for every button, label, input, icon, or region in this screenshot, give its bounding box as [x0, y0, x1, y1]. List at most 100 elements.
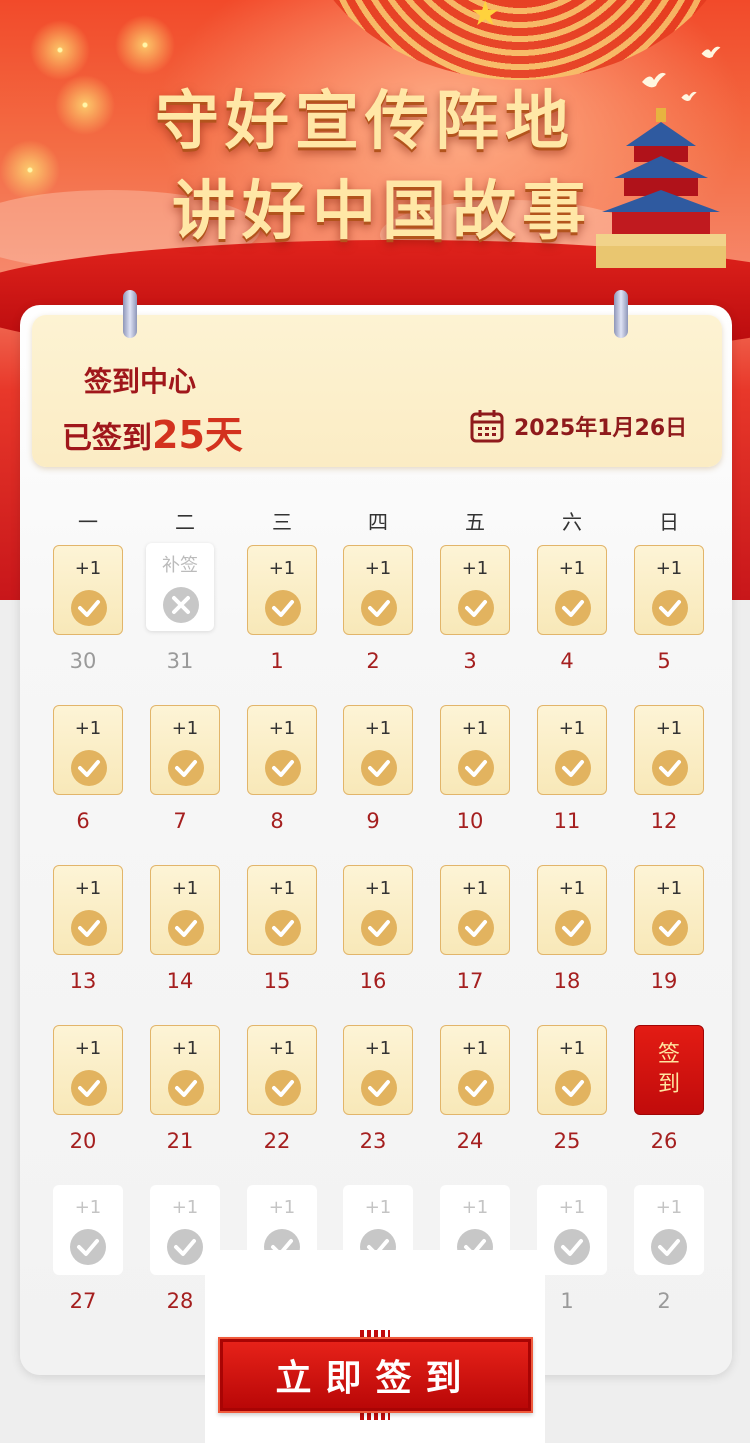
- sign-now-button[interactable]: 立即签到: [218, 1337, 533, 1413]
- day-cell-signed: +1: [440, 1025, 510, 1115]
- day-number: 18: [553, 969, 581, 993]
- points-label: +1: [171, 878, 199, 899]
- check-circle-icon: [555, 590, 591, 626]
- day-number: 22: [263, 1129, 291, 1153]
- points-label: +1: [655, 1197, 683, 1218]
- points-label: +1: [74, 878, 102, 899]
- banner-title-line2: 讲好中国故事: [172, 174, 592, 249]
- signed-days-label: 已签到: [62, 421, 152, 456]
- check-circle-icon: [555, 910, 591, 946]
- points-label: +1: [461, 1197, 489, 1218]
- check-circle-icon: [458, 910, 494, 946]
- check-circle-icon: [168, 1070, 204, 1106]
- points-label: +1: [364, 1038, 392, 1059]
- day-number: 21: [166, 1129, 194, 1153]
- day-cell-signed: +1: [247, 1025, 317, 1115]
- check-circle-icon: [652, 750, 688, 786]
- today-checkin-button[interactable]: 签到: [634, 1025, 704, 1115]
- points-label: +1: [461, 718, 489, 739]
- points-label: +1: [74, 1197, 102, 1218]
- check-circle-icon: [168, 910, 204, 946]
- date-text: 2025年1月26日: [514, 416, 688, 441]
- check-circle-icon: [458, 750, 494, 786]
- day-number: 15: [263, 969, 291, 993]
- day-number: 9: [366, 809, 380, 833]
- weekday-label: 一: [78, 510, 98, 534]
- points-label: +1: [364, 558, 392, 579]
- day-number: 4: [560, 649, 574, 673]
- dove-icon: [701, 46, 721, 58]
- day-number: 23: [359, 1129, 387, 1153]
- check-circle-icon: [265, 750, 301, 786]
- points-label: +1: [268, 718, 296, 739]
- day-number: 8: [270, 809, 284, 833]
- points-label: +1: [171, 718, 199, 739]
- day-number: 14: [166, 969, 194, 993]
- check-circle-icon: [361, 750, 397, 786]
- check-circle-icon: [652, 590, 688, 626]
- weekday-label: 二: [175, 510, 195, 534]
- check-circle-icon: [70, 1229, 106, 1265]
- day-cell-signed: +1: [247, 705, 317, 795]
- points-label: +1: [461, 558, 489, 579]
- day-cell-signed: +1: [150, 1025, 220, 1115]
- points-label: +1: [171, 1038, 199, 1059]
- points-label: +1: [461, 878, 489, 899]
- points-label: +1: [364, 718, 392, 739]
- banner-title-line1: 守好宣传阵地: [155, 84, 575, 159]
- signed-days-count: 25天: [152, 413, 243, 457]
- check-circle-icon: [361, 910, 397, 946]
- day-cell-signed: +1: [634, 705, 704, 795]
- day-number: 3: [463, 649, 477, 673]
- check-circle-icon: [71, 750, 107, 786]
- day-number: 27: [69, 1289, 97, 1313]
- check-circle-icon: [652, 910, 688, 946]
- check-circle-icon: [555, 1070, 591, 1106]
- check-circle-icon: [458, 1070, 494, 1106]
- day-cell-signed: +1: [53, 1025, 123, 1115]
- day-number: 7: [173, 809, 187, 833]
- day-cell-future: +1: [537, 1185, 607, 1275]
- day-cell-signed: +1: [150, 705, 220, 795]
- day-number: 11: [553, 809, 581, 833]
- day-cell-signed: +1: [53, 865, 123, 955]
- day-number: 17: [456, 969, 484, 993]
- day-cell-signed: +1: [537, 705, 607, 795]
- points-label: +1: [558, 1197, 586, 1218]
- points-label: +1: [268, 1197, 296, 1218]
- day-cell-signed: +1: [343, 1025, 413, 1115]
- points-label: +1: [558, 1038, 586, 1059]
- day-cell-signed: +1: [440, 545, 510, 635]
- check-circle-icon: [555, 750, 591, 786]
- weekday-label: 三: [272, 510, 292, 534]
- great-hall-ceiling-decoration: [300, 0, 740, 80]
- day-number: 24: [456, 1129, 484, 1153]
- day-cell-signed: +1: [343, 545, 413, 635]
- makeup-checkin-button[interactable]: 补签: [146, 543, 214, 631]
- star-icon: ★: [470, 0, 501, 34]
- points-label: +1: [268, 558, 296, 579]
- day-cell-signed: +1: [247, 865, 317, 955]
- check-circle-icon: [361, 1070, 397, 1106]
- day-number: 10: [456, 809, 484, 833]
- day-number: 6: [76, 809, 90, 833]
- check-circle-icon: [265, 1070, 301, 1106]
- points-label: +1: [74, 558, 102, 579]
- check-circle-icon: [458, 590, 494, 626]
- check-circle-icon: [71, 1070, 107, 1106]
- weekday-label: 六: [562, 510, 582, 534]
- day-cell-signed: +1: [537, 1025, 607, 1115]
- day-number: 20: [69, 1129, 97, 1153]
- weekday-label: 四: [368, 510, 388, 534]
- check-circle-icon: [361, 590, 397, 626]
- check-circle-icon: [265, 910, 301, 946]
- day-number: 2: [657, 1289, 671, 1313]
- day-number: 30: [69, 649, 97, 673]
- day-cell-signed: +1: [440, 865, 510, 955]
- points-label: +1: [558, 558, 586, 579]
- weekday-label: 五: [465, 510, 485, 534]
- day-cell-future: +1: [634, 1185, 704, 1275]
- points-label: +1: [461, 1038, 489, 1059]
- day-cell-signed: +1: [537, 865, 607, 955]
- binder-ring-icon: [123, 290, 137, 338]
